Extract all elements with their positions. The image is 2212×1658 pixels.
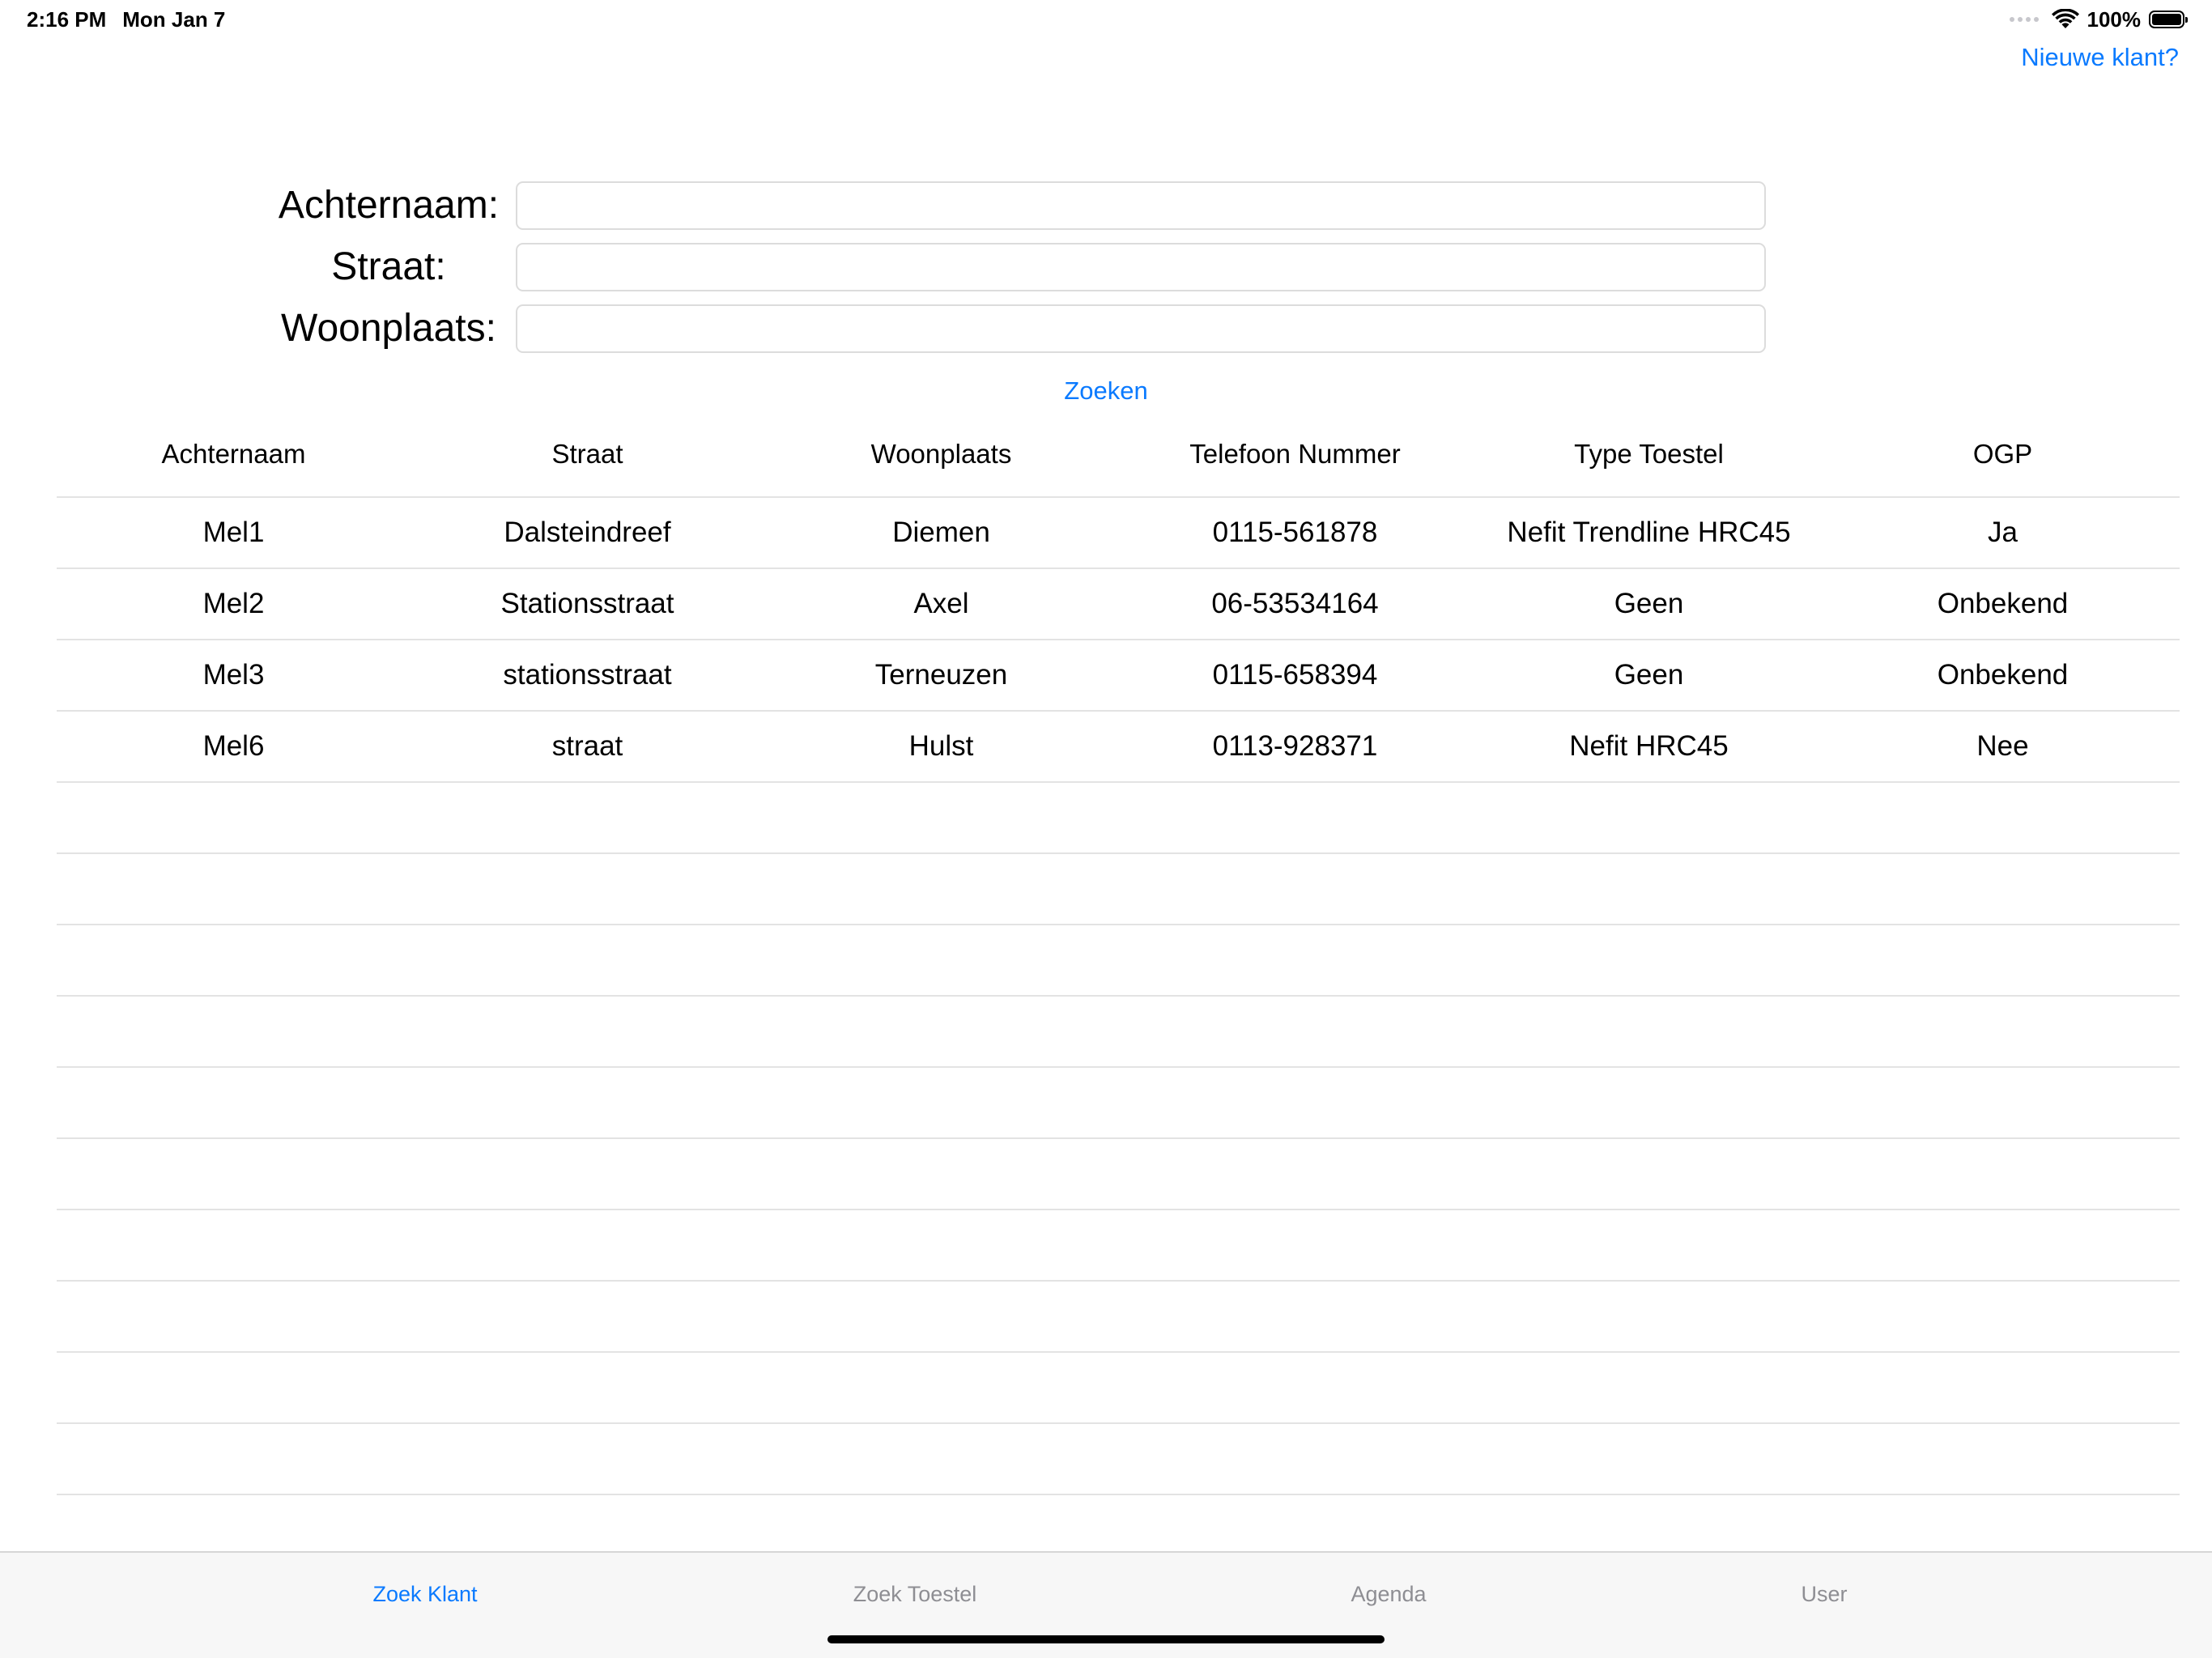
tab-zoek-toestel[interactable]: Zoek Toestel [753, 1580, 1077, 1608]
cell-lastname: Mel2 [202, 588, 265, 619]
column-header-street: Straat [551, 438, 623, 469]
lastname-input[interactable] [516, 181, 1766, 230]
tab-user[interactable]: User [1662, 1580, 1986, 1608]
cell-phone: 0115-658394 [1212, 659, 1378, 691]
tab-zoek-klant[interactable]: Zoek Klant [263, 1580, 587, 1608]
cell-device-type: Nefit Trendline HRC45 [1507, 517, 1791, 548]
status-bar-indicators: 100% [2009, 6, 2188, 32]
city-input[interactable] [516, 304, 1766, 353]
street-label: Straat: [331, 245, 446, 288]
cell-ogp: Ja [1988, 517, 2018, 548]
status-time: 2:16 PM [27, 7, 107, 32]
column-header-ogp: OGP [1972, 438, 2033, 469]
column-header-city: Woonplaats [870, 438, 1012, 469]
table-row[interactable]: Mel3 stationsstraat Terneuzen 0115-65839… [57, 640, 2180, 712]
empty-table-row [57, 1210, 2180, 1282]
cell-city: Diemen [892, 517, 990, 548]
app-screen: 2:16 PM Mon Jan 7 100% Nieuwe klant? Acht… [0, 0, 2212, 1658]
cell-ogp: Onbekend [1937, 659, 2069, 691]
signal-icon [2009, 17, 2039, 22]
cell-phone: 0113-928371 [1212, 730, 1378, 762]
home-indicator [827, 1635, 1385, 1643]
empty-table-row [57, 783, 2180, 854]
table-row[interactable]: Mel1 Dalsteindreef Diemen 0115-561878 Ne… [57, 498, 2180, 569]
cell-city: Hulst [908, 730, 974, 762]
battery-percentage: 100% [2087, 6, 2142, 32]
cell-city: Terneuzen [874, 659, 1008, 691]
cell-device-type: Geen [1614, 659, 1684, 691]
table-row[interactable]: Mel6 straat Hulst 0113-928371 Nefit HRC4… [57, 712, 2180, 783]
cell-ogp: Nee [1976, 730, 2029, 762]
battery-icon [2149, 11, 2188, 28]
cell-phone: 0115-561878 [1212, 517, 1378, 548]
empty-table-row [57, 1282, 2180, 1353]
cell-street: stationsstraat [503, 659, 672, 691]
status-date: Mon Jan 7 [122, 7, 226, 32]
new-client-link[interactable]: Nieuwe klant? [2021, 39, 2179, 76]
cell-lastname: Mel3 [202, 659, 265, 691]
cell-lastname: Mel6 [202, 730, 265, 762]
column-header-phone: Telefoon Nummer [1189, 438, 1401, 469]
cell-ogp: Onbekend [1937, 588, 2069, 619]
tab-agenda[interactable]: Agenda [1227, 1580, 1551, 1608]
cell-device-type: Nefit HRC45 [1569, 730, 1729, 762]
column-header-lastname: Achternaam [161, 438, 306, 469]
wifi-icon [2051, 9, 2079, 28]
cell-street: Stationsstraat [500, 588, 674, 619]
status-bar-time: 2:16 PM Mon Jan 7 [27, 6, 225, 32]
cell-phone: 06-53534164 [1211, 588, 1379, 619]
table-row[interactable]: Mel2 Stationsstraat Axel 06-53534164 Gee… [57, 569, 2180, 640]
empty-table-row [57, 997, 2180, 1068]
cell-lastname: Mel1 [202, 517, 265, 548]
empty-table-row [57, 1068, 2180, 1139]
empty-table-row [57, 1139, 2180, 1210]
empty-table-row [57, 925, 2180, 997]
empty-table-row [57, 854, 2180, 925]
search-button[interactable]: Zoeken [1025, 371, 1187, 411]
city-label: Woonplaats: [281, 307, 496, 350]
table-header: Achternaam Straat Woonplaats Telefoon Nu… [57, 411, 2180, 498]
cell-device-type: Geen [1614, 588, 1684, 619]
cell-street: straat [551, 730, 623, 762]
results-table: Achternaam Straat Woonplaats Telefoon Nu… [57, 411, 2180, 1495]
empty-table-row [57, 1424, 2180, 1495]
lastname-label: Achternaam: [278, 184, 500, 227]
cell-street: Dalsteindreef [504, 517, 671, 548]
street-input[interactable] [516, 243, 1766, 291]
column-header-device-type: Type Toestel [1574, 438, 1724, 469]
cell-city: Axel [913, 588, 969, 619]
empty-table-row [57, 1353, 2180, 1424]
